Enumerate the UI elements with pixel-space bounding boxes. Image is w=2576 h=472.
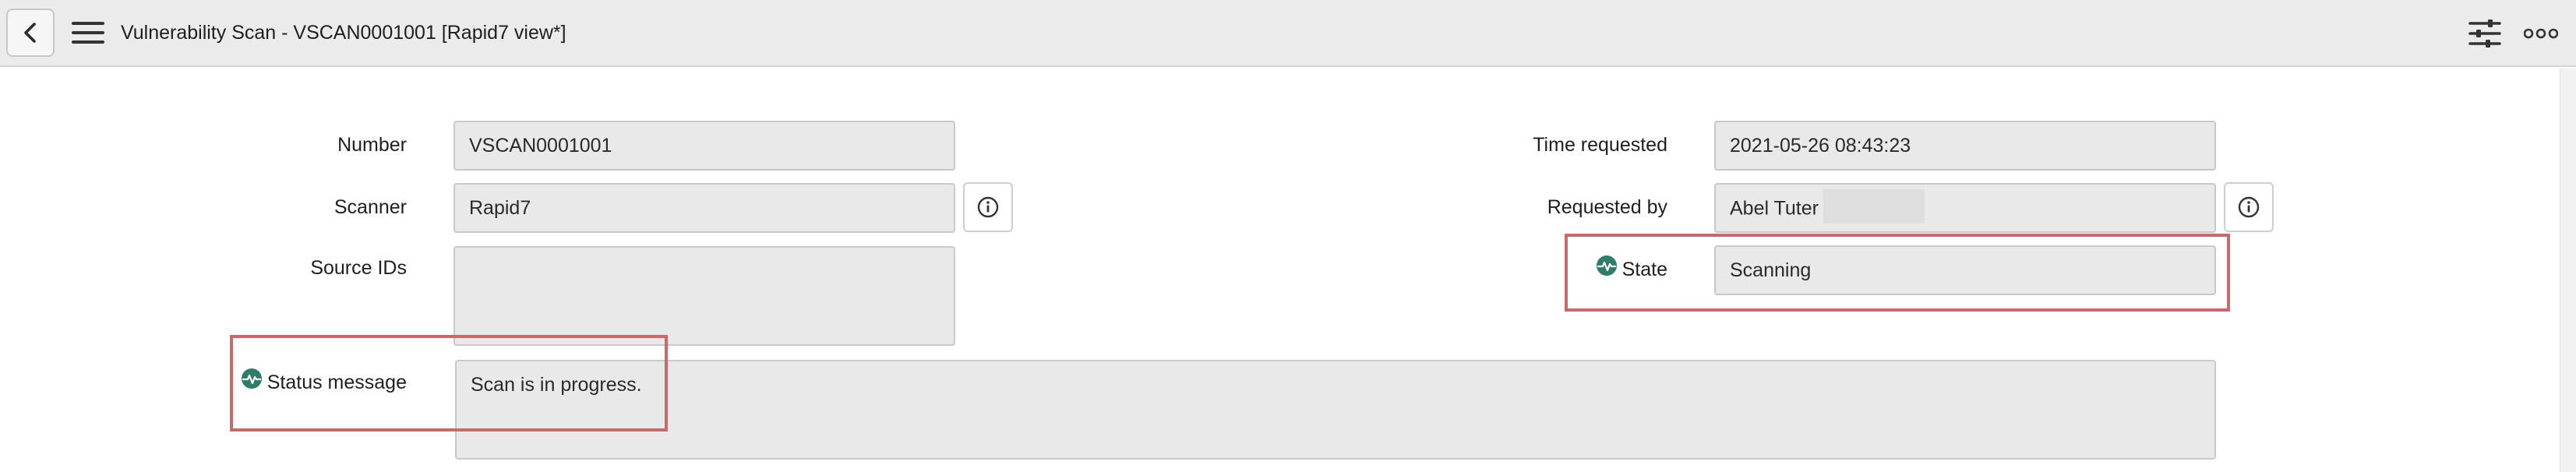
- more-options-icon: [2524, 28, 2558, 39]
- number-label: Number: [337, 134, 407, 156]
- vertical-scrollbar[interactable]: [2560, 69, 2576, 472]
- info-icon: [977, 196, 999, 218]
- requested-by-field[interactable]: Abel Tuter: [1714, 183, 2216, 233]
- scanner-info-button[interactable]: [963, 182, 1013, 232]
- info-icon: [2238, 196, 2260, 218]
- number-field[interactable]: VSCAN0001001: [453, 121, 955, 171]
- source-ids-label: Source IDs: [310, 257, 407, 279]
- scanner-label: Scanner: [333, 196, 407, 218]
- page-title: Vulnerability Scan - VSCAN0001001 [Rapid…: [121, 22, 566, 44]
- state-highlight-box: [1565, 234, 2230, 312]
- sliders-icon: [2468, 19, 2501, 48]
- redacted-area: [1823, 189, 1925, 224]
- time-requested-field[interactable]: 2021-05-26 08:43:23: [1714, 121, 2216, 171]
- time-requested-label: Time requested: [1533, 134, 1667, 156]
- requested-by-info-button[interactable]: [2224, 182, 2274, 232]
- hamburger-menu-button[interactable]: [70, 19, 106, 47]
- personalize-form-button[interactable]: [2467, 16, 2503, 51]
- hamburger-menu-icon: [72, 22, 104, 44]
- back-button[interactable]: [6, 9, 55, 57]
- status-message-highlight-box: [230, 335, 668, 431]
- scanner-field[interactable]: Rapid7: [453, 183, 955, 233]
- top-header-bar: Vulnerability Scan - VSCAN0001001 [Rapid…: [0, 0, 2576, 67]
- requested-by-value: Abel Tuter: [1730, 197, 1819, 220]
- requested-by-label: Requested by: [1547, 196, 1667, 218]
- status-message-field[interactable]: Scan is in progress.: [455, 360, 2216, 460]
- chevron-left-icon: [24, 23, 36, 43]
- more-options-button[interactable]: [2523, 16, 2559, 51]
- source-ids-field[interactable]: [453, 246, 955, 346]
